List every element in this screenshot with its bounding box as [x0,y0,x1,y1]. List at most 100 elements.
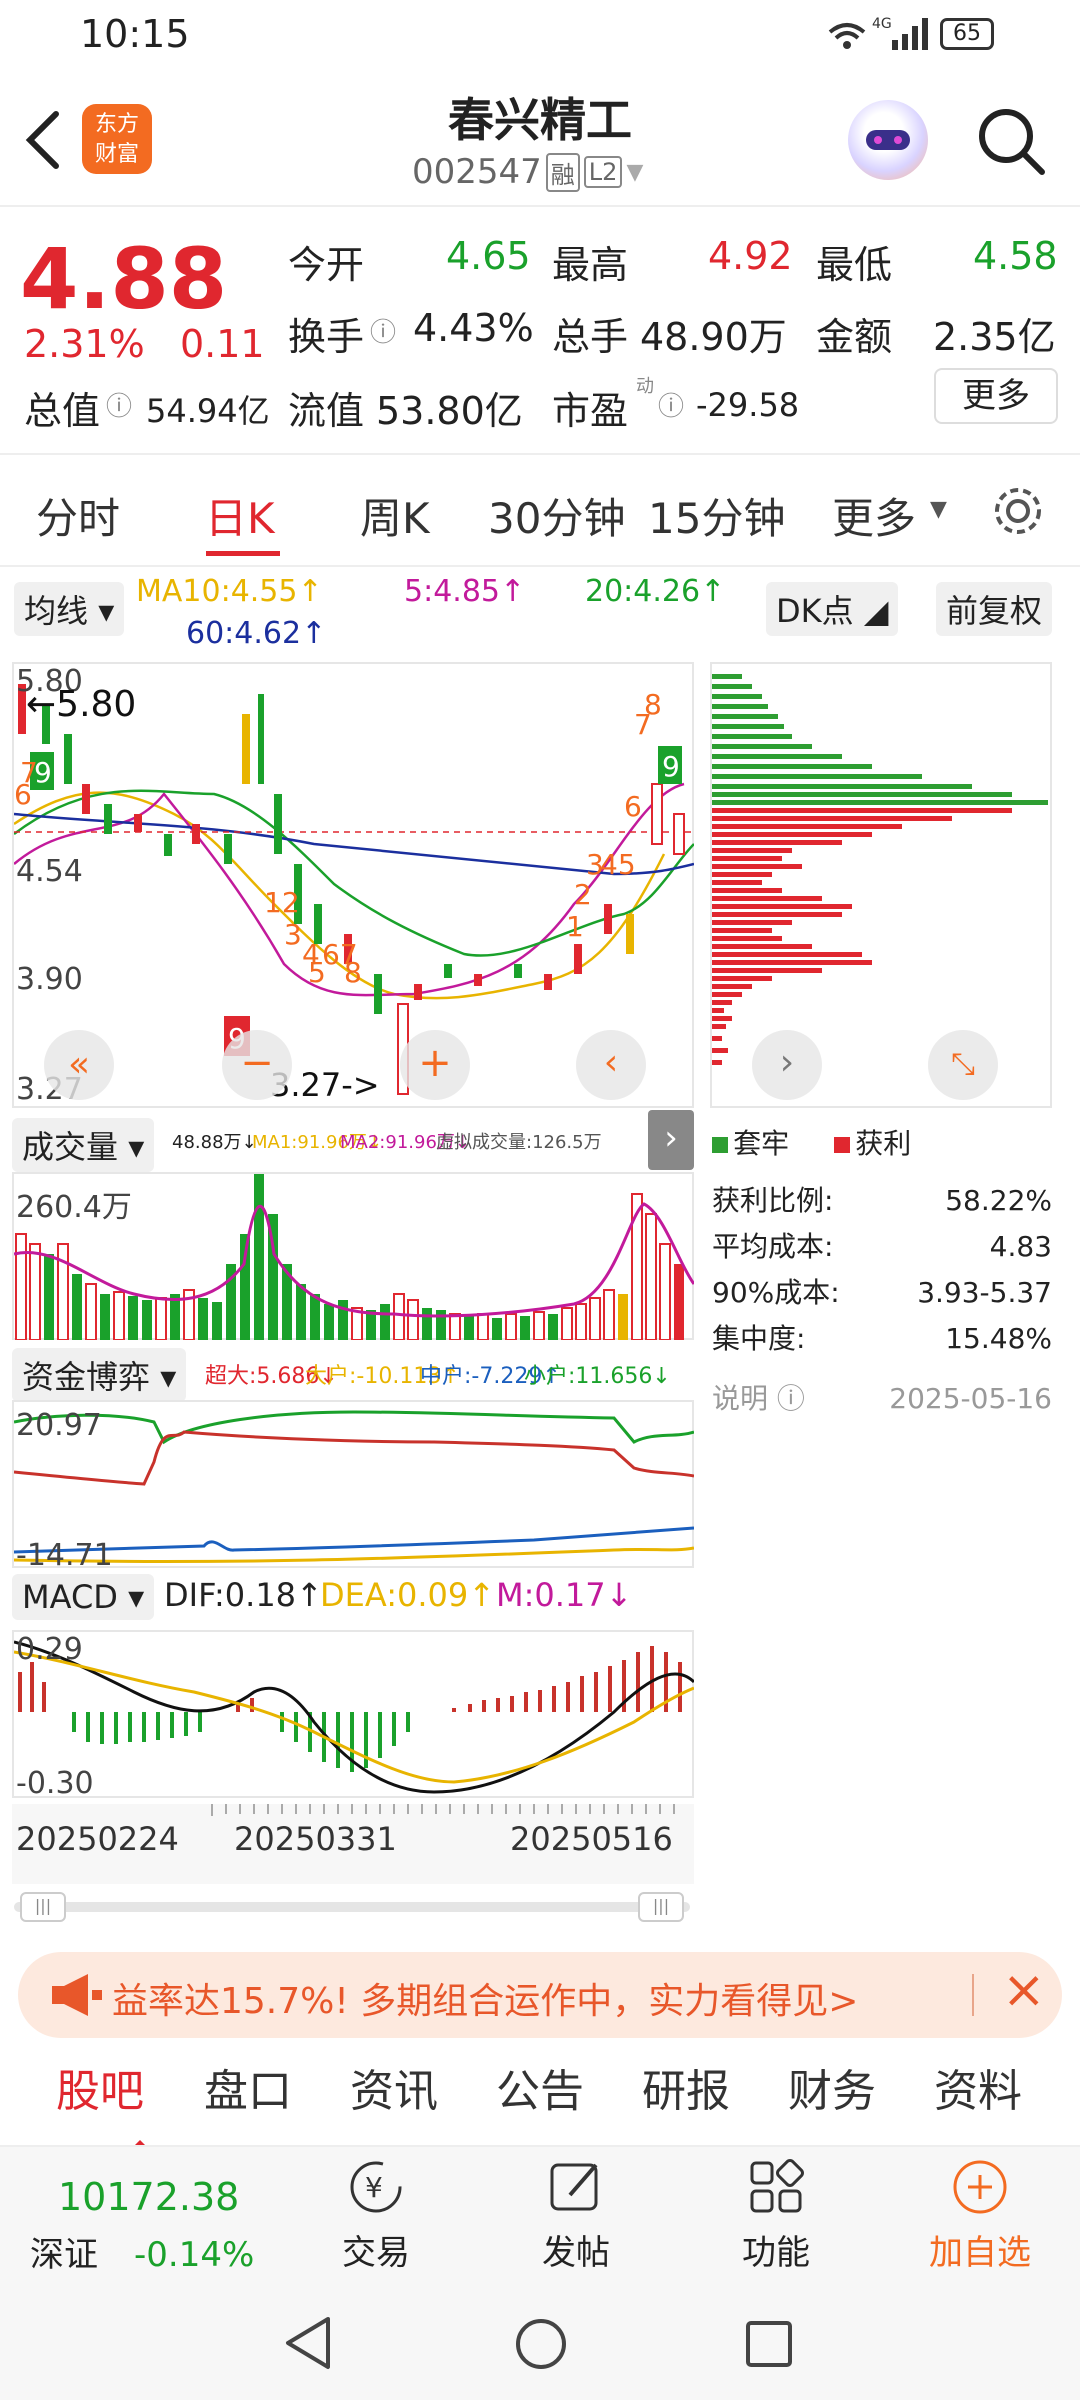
kline-max-value: 5.80 [56,684,137,725]
nav-home-icon[interactable] [514,2317,568,2371]
tab-news[interactable]: 资讯 [350,2055,438,2119]
candle [82,784,90,814]
robot-assistant-avatar[interactable] [848,100,928,180]
tab-30min[interactable]: 30分钟 [488,485,625,546]
candle [444,964,452,978]
tab-pankou[interactable]: 盘口 [204,2055,292,2119]
search-icon[interactable] [976,106,1048,178]
promo-banner[interactable]: 益率达15.7%! 多期组合运作中，实力看得见> × [18,1952,1062,2038]
tab-intraday[interactable]: 分时 [36,485,120,546]
tab-research[interactable]: 研报 [642,2055,730,2119]
range-handle-right[interactable]: ||| [638,1892,684,1922]
tab-daily-k[interactable]: 日K [205,485,275,546]
amount-value: 2.35亿 [933,315,1056,359]
macd-selector[interactable]: MACD ▾ [12,1574,155,1620]
nav-back-icon[interactable] [282,2315,334,2371]
chip-legend: 套牢 获利 [712,1122,1072,1162]
zoom-out-icon[interactable]: − [222,1030,292,1100]
svg-text:9: 9 [662,750,680,783]
add-watchlist-button[interactable]: 加自选 [920,2157,1040,2274]
function-label: 功能 [742,2233,810,2273]
margin-badge: 融 [545,152,580,192]
expand-right-icon[interactable]: › [648,1110,694,1170]
logo-line2: 财富 [94,142,139,167]
ma5-value: 5:4.85↑ [404,574,526,609]
fund-chart[interactable]: 20.97 -14.71 [12,1400,695,1573]
ma-bar: 均线 ▾ MA10:4.55↑ 5:4.85↑ 20:4.26↑ 60:4.62… [0,572,1080,652]
range-handle-left[interactable]: ||| [20,1892,66,1922]
fund-selector-label: 资金博弈 [22,1358,151,1396]
grid-icon [750,2159,804,2213]
nav-recents-icon[interactable] [744,2319,794,2369]
back-arrow-icon[interactable] [22,108,62,172]
stock-title: 春兴精工 [448,93,632,147]
chip-note-row: 说明 ⓘ 2025-05-16 [712,1376,1052,1422]
candle [192,824,200,844]
candle [604,904,612,934]
chip-stats: 获利比例: 58.22% 平均成本: 4.83 90%成本: 3.93-5.37 集中… [712,1178,1052,1422]
tab-15min[interactable]: 15分钟 [648,485,785,546]
info-icon[interactable]: ⓘ [106,386,132,423]
fund-small: 小户:11.656↓ [524,1364,671,1389]
ma20-value: 20:4.26↑ [585,574,726,609]
tab-finance[interactable]: 财务 [788,2055,876,2119]
info-icon: ⓘ [776,1382,805,1415]
tab-weekly-k[interactable]: 周K [360,485,430,546]
add-watchlist-label: 加自选 [929,2233,1031,2273]
high-value: 4.92 [708,234,793,278]
scroll-left-fast-icon[interactable]: « [44,1030,114,1100]
tab-profile[interactable]: 资料 [934,2055,1022,2119]
scroll-left-icon[interactable]: ‹ [576,1030,646,1100]
more-button[interactable]: 更多 [934,368,1058,424]
info-icon[interactable]: ⓘ [658,386,684,423]
chip-stat-row: 90%成本: 3.93-5.37 [712,1270,1052,1316]
macd-m: M:0.17↓ [496,1576,633,1614]
macd-chart[interactable]: 0.29 -0.30 [12,1630,696,1801]
fund-selector[interactable]: 资金博弈 ▾ [12,1348,187,1402]
close-icon[interactable]: × [1002,1960,1046,2020]
network-4g-label: 4G [872,16,892,32]
zoom-in-icon[interactable]: + [400,1030,470,1100]
stock-code-row[interactable]: 002547 融 L2 ▼ [412,152,643,192]
chip-green-bars [712,674,1048,805]
ma-selector[interactable]: 均线 ▾ [14,582,125,636]
scroll-right-icon[interactable]: › [752,1030,822,1100]
volume-selector-label: 成交量 [22,1128,119,1166]
legend-profit: 获利 [855,1127,912,1160]
chip-stat-label: 集中度: [712,1322,806,1355]
pe-dynamic-mark: 动 [636,376,654,397]
chip-stat-label: 90%成本: [712,1276,840,1309]
tab-more[interactable]: 更多 [832,485,916,546]
app-logo[interactable]: 东方 财富 [82,104,152,174]
candle [414,984,422,1000]
function-button[interactable]: 功能 [736,2157,816,2274]
virtual-volume: 虚拟成交量:126.5万 [436,1132,602,1153]
trade-button[interactable]: ¥ 交易 [336,2157,416,2274]
post-button[interactable]: 发帖 [536,2157,616,2274]
chip-note-link[interactable]: 说明 ⓘ [712,1376,805,1422]
volume-selector[interactable]: 成交量 ▾ [12,1118,155,1172]
svg-text:1: 1 [566,910,584,943]
candle [274,794,282,854]
info-icon[interactable]: ⓘ [370,312,396,349]
forward-adjust-button[interactable]: 前复权 [936,582,1053,636]
index-change: -0.14% [134,2235,255,2275]
tab-announcement[interactable]: 公告 [496,2055,584,2119]
gear-icon[interactable] [990,483,1046,539]
volume-chart[interactable]: 260.4万 [12,1172,696,1341]
chip-distribution-chart[interactable]: › ⤡ [710,662,1052,1108]
svg-text:8: 8 [344,956,362,989]
range-scrollbar[interactable]: ||| ||| [14,1892,690,1922]
index-ticker[interactable]: 10172.38 深证 -0.14% [30,2155,300,2276]
svg-text:6: 6 [624,790,642,823]
legend-trapped: 套牢 [733,1127,790,1160]
post-label: 发帖 [542,2233,610,2273]
tab-guba[interactable]: 股吧 [56,2055,144,2119]
status-time: 10:15 [80,12,190,56]
expand-icon[interactable]: ⤡ [928,1030,998,1100]
chip-stat-value: 58.22% [945,1184,1052,1217]
dk-point-button[interactable]: DK点 ◢ [766,582,899,636]
volume-y-top: 260.4万 [16,1190,132,1225]
kline-chart[interactable]: 9 9 9 12345678 12345 678 67 5.80 ←5.80 4… [12,662,695,1108]
fund-svg [13,1410,695,1563]
